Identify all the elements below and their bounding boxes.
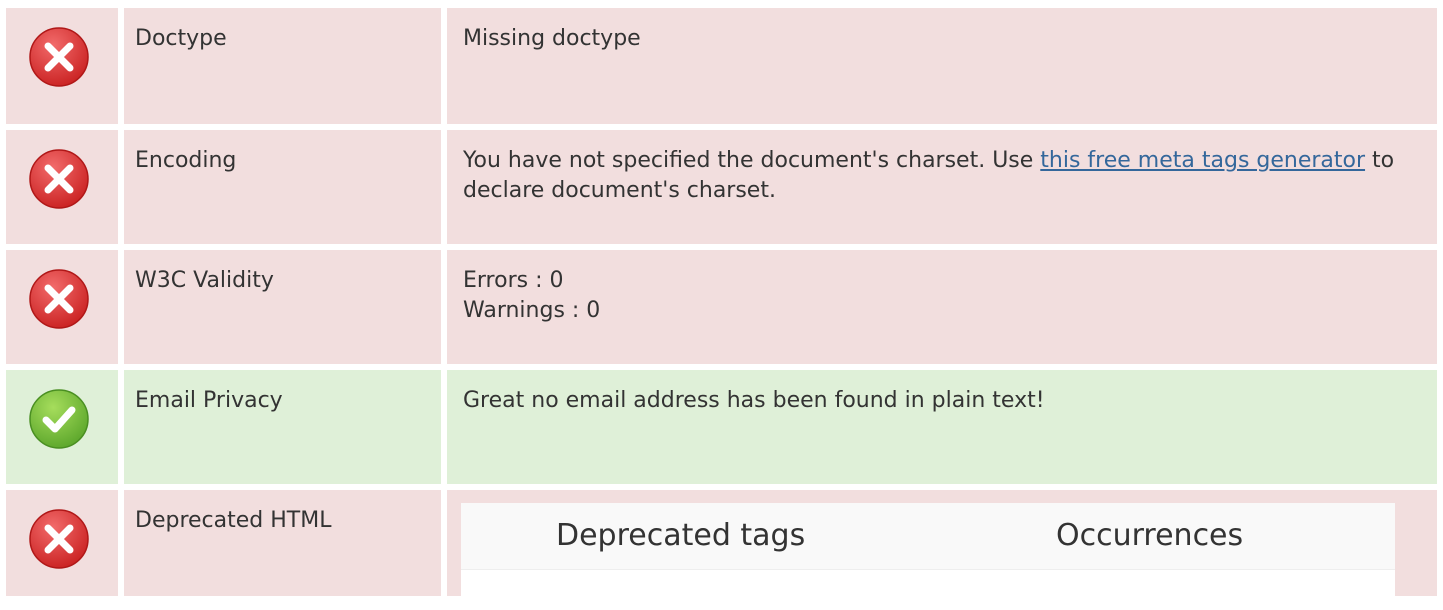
value-cell: You have not specified the document's ch… [447,130,1437,244]
table-body [461,569,1395,610]
result-row-doctype: Doctype Missing doctype [0,8,1443,124]
warnings-count: Warnings : 0 [463,298,601,323]
column-header-deprecated-tags: Deprecated tags [556,518,806,553]
column-header-occurrences: Occurrences [1056,518,1244,553]
name-cell: Deprecated HTML [124,490,441,596]
status-cell [6,490,118,596]
name-cell: Encoding [124,130,441,244]
status-cell [6,370,118,484]
error-x-icon [29,269,89,329]
check-name: Doctype [135,26,227,51]
status-cell [6,250,118,364]
result-row-email-privacy: Email Privacy Great no email address has… [0,370,1443,484]
check-icon [29,389,89,449]
check-result-text: Errors : 0 Warnings : 0 [463,266,1423,326]
result-row-w3c-validity: W3C Validity Errors : 0 Warnings : 0 [0,250,1443,364]
status-cell [6,8,118,124]
table-header: Deprecated tags Occurrences [461,503,1395,569]
name-cell: Email Privacy [124,370,441,484]
check-name: Encoding [135,148,237,173]
name-cell: W3C Validity [124,250,441,364]
check-result-text: Great no email address has been found in… [463,388,1045,413]
meta-tags-generator-link[interactable]: this free meta tags generator [1040,148,1365,173]
value-cell: Great no email address has been found in… [447,370,1437,484]
check-name: Deprecated HTML [135,508,332,533]
result-text-before: You have not specified the document's ch… [463,148,1041,173]
error-x-icon [29,27,89,87]
value-cell: Deprecated tags Occurrences [447,490,1437,610]
status-cell [6,130,118,244]
errors-count: Errors : 0 [463,268,564,293]
deprecated-tags-table: Deprecated tags Occurrences [461,503,1395,610]
check-result-text: You have not specified the document's ch… [463,146,1423,206]
error-x-icon [29,149,89,209]
error-x-icon [29,509,89,569]
result-row-encoding: Encoding You have not specified the docu… [0,130,1443,244]
name-cell: Doctype [124,8,441,124]
check-result-text: Missing doctype [463,26,641,51]
result-row-deprecated-html: Deprecated HTML Deprecated tags Occurren… [0,490,1443,610]
check-name: W3C Validity [135,268,274,293]
value-cell: Errors : 0 Warnings : 0 [447,250,1437,364]
check-name: Email Privacy [135,388,283,413]
value-cell: Missing doctype [447,8,1437,124]
